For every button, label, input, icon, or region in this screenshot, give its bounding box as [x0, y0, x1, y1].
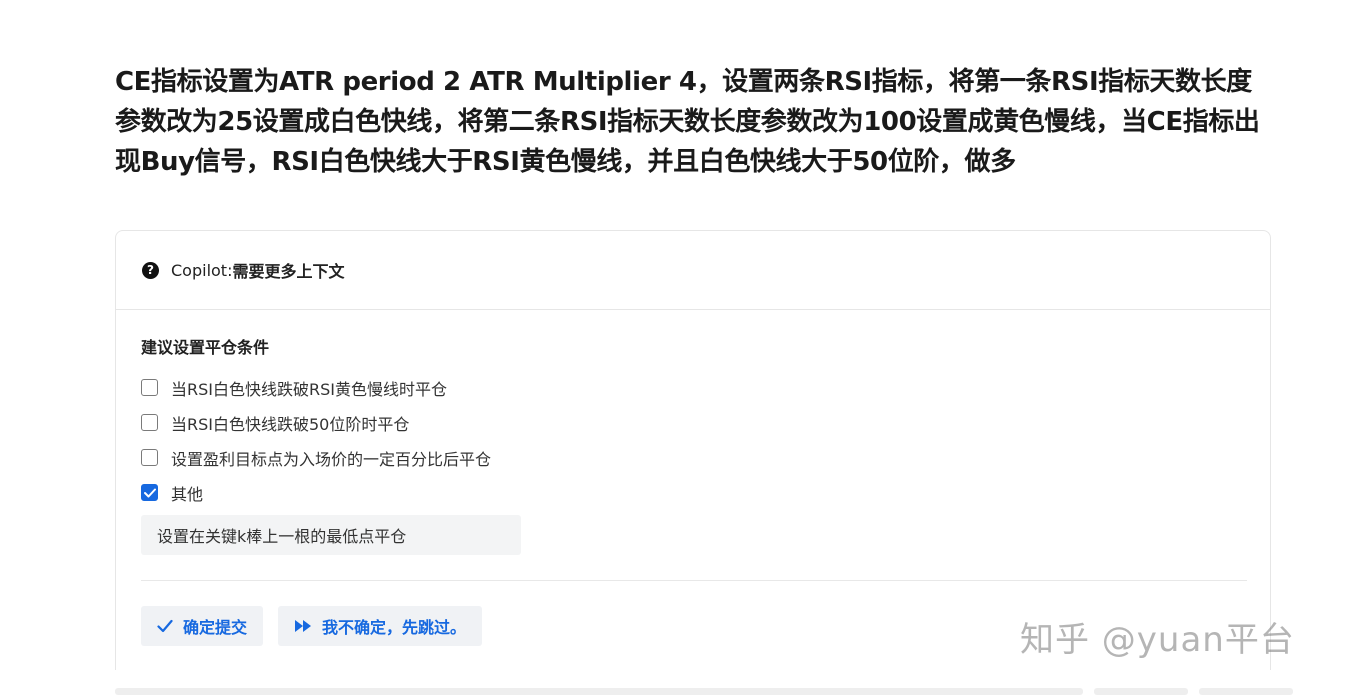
input-bar[interactable] [115, 688, 1083, 695]
option-label: 其他 [171, 484, 204, 504]
other-input[interactable] [141, 515, 521, 555]
checkbox[interactable] [141, 379, 158, 396]
option-item[interactable]: 设置盈利目标点为入场价的一定百分比后平仓 [141, 440, 1245, 475]
check-icon [157, 619, 173, 633]
copilot-card: ? Copilot: 需要更多上下文 建议设置平仓条件 当RSI白色快线跌破RS… [115, 230, 1271, 670]
page: CE指标设置为ATR period 2 ATR Multiplier 4，设置两… [0, 0, 1357, 695]
option-label: 当RSI白色快线跌破RSI黄色慢线时平仓 [171, 379, 447, 399]
option-item[interactable]: 当RSI白色快线跌破RSI黄色慢线时平仓 [141, 370, 1245, 405]
check-icon [143, 488, 156, 497]
section-title: 建议设置平仓条件 [141, 338, 270, 357]
checkbox[interactable] [141, 449, 158, 466]
question-circle-icon: ? [142, 261, 159, 279]
option-item[interactable]: 当RSI白色快线跌破50位阶时平仓 [141, 405, 1245, 440]
checkbox-checked[interactable] [141, 484, 158, 501]
confirm-label: 确定提交 [183, 618, 248, 637]
option-label: 设置盈利目标点为入场价的一定百分比后平仓 [171, 449, 492, 469]
option-item[interactable]: 其他 [141, 475, 1245, 510]
option-label: 当RSI白色快线跌破50位阶时平仓 [171, 414, 410, 434]
skip-label: 我不确定，先跳过。 [322, 618, 467, 637]
header-label: Copilot: [171, 260, 233, 280]
prompt-text: CE指标设置为ATR period 2 ATR Multiplier 4，设置两… [115, 67, 1260, 177]
card-body: 建议设置平仓条件 当RSI白色快线跌破RSI黄色慢线时平仓 当RSI白色快线跌破… [116, 310, 1270, 646]
fast-forward-icon [294, 619, 312, 633]
confirm-button[interactable]: 确定提交 [141, 606, 264, 646]
header-title: 需要更多上下文 [232, 262, 345, 281]
bottom-button[interactable] [1199, 688, 1293, 695]
skip-button[interactable]: 我不确定，先跳过。 [278, 606, 483, 646]
watermark: 知乎 @yuan平台 [1020, 620, 1295, 660]
card-header: ? Copilot: 需要更多上下文 [116, 231, 1270, 310]
bottom-button[interactable] [1094, 688, 1188, 695]
checkbox[interactable] [141, 414, 158, 431]
divider [141, 580, 1247, 581]
